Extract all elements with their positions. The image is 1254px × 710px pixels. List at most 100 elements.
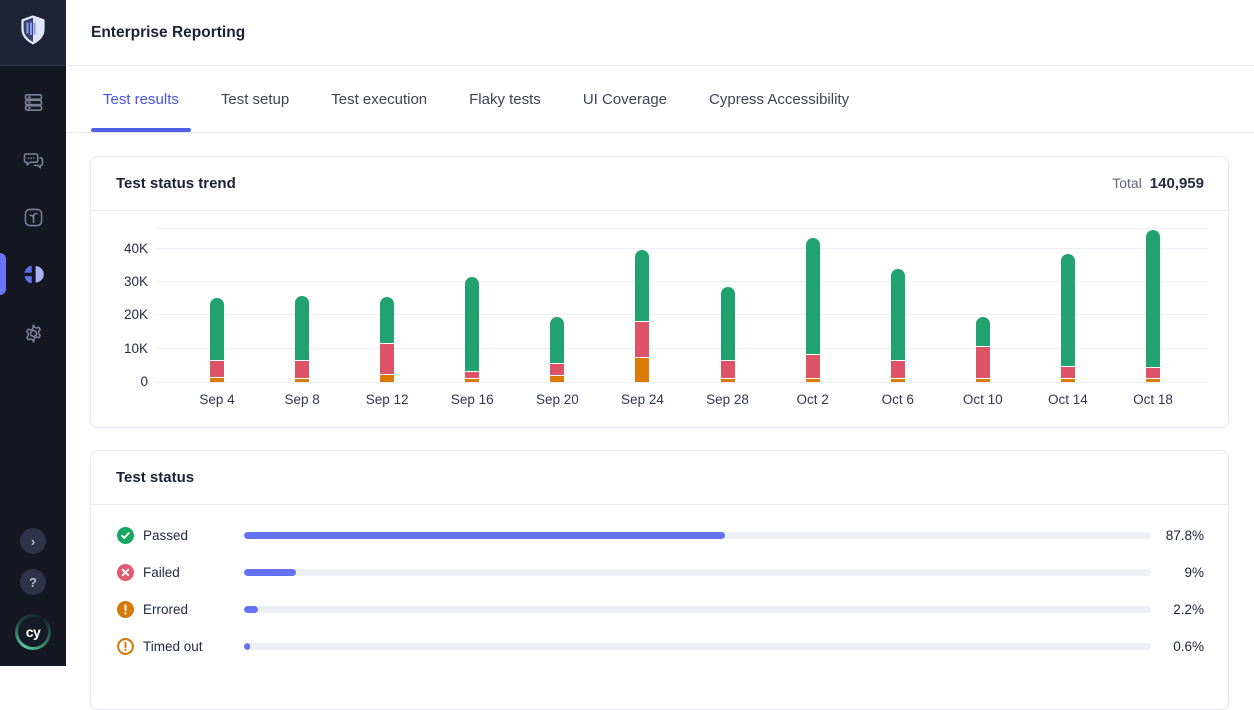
stacked-bar-sep-8[interactable] [295,296,309,382]
tab-test-setup[interactable]: Test setup [209,66,301,132]
pie-chart-icon [22,263,45,286]
bar-segment-passed [295,296,309,360]
top-header: Enterprise Reporting [66,0,1254,66]
tab-test-results[interactable]: Test results [91,66,191,132]
bar-segment-passed [635,250,649,321]
tab-bar: Test results Test setup Test execution Flak… [66,66,1254,133]
stacked-bar-sep-28[interactable] [721,287,735,382]
bar-segment-errored [721,379,735,382]
stacked-bar-oct-14[interactable] [1061,254,1075,382]
expand-sidebar-button[interactable]: › [20,528,46,554]
stacked-bar-chart: 010K20K30K40KSep 4Sep 8Sep 12Sep 16Sep 2… [156,228,1208,382]
bar-segment-failed [380,344,394,374]
status-percent: 9% [1151,565,1204,580]
bar-segment-errored [550,376,564,382]
sidebar-item-branch[interactable] [0,193,66,241]
x-axis-tick-label: Oct 2 [796,392,828,407]
status-progress-track [244,569,1151,576]
question-icon: ? [29,575,37,590]
sidebar-item-settings[interactable] [0,309,66,357]
bar-segment-passed [806,238,820,354]
sidebar-item-server[interactable] [0,78,66,126]
status-percent: 0.6% [1151,639,1204,654]
test-status-card: Test status Passed87.8% Failed9% Errored… [90,450,1229,710]
bar-segment-failed [891,361,905,378]
chart-gridline [156,248,1208,249]
x-axis-tick-label: Oct 10 [963,392,1003,407]
bar-segment-passed [1146,230,1160,367]
chevron-right-icon: › [31,534,35,549]
status-progress-track [244,532,1151,539]
status-row-errored: Errored 2.2% [91,591,1228,628]
bar-segment-failed [721,361,735,379]
main-area: Enterprise Reporting Test results Test se… [66,0,1254,666]
trend-card-title: Test status trend [116,175,236,192]
stacked-bar-oct-2[interactable] [806,238,820,382]
shield-logo-icon [15,12,51,53]
sidebar: › ? cy [0,0,66,666]
bar-segment-failed [550,364,564,375]
stacked-bar-oct-6[interactable] [891,269,905,382]
bar-segment-passed [976,317,990,346]
app-logo[interactable] [0,0,66,66]
clock-alert-icon [117,638,134,655]
y-axis-tick-label: 40K [98,240,148,258]
x-axis-tick-label: Sep 12 [366,392,409,407]
y-axis-tick-label: 30K [98,273,148,291]
bar-segment-passed [465,277,479,370]
bar-segment-errored [295,379,309,382]
stacked-bar-oct-18[interactable] [1146,230,1160,382]
stacked-bar-sep-20[interactable] [550,317,564,382]
status-row-failed: Failed9% [91,554,1228,591]
tab-cypress-accessibility[interactable]: Cypress Accessibility [697,66,861,132]
test-status-trend-card: Test status trend Total 140,959 010K20K3… [90,156,1229,428]
status-percent: 87.8% [1151,528,1204,543]
status-card-header: Test status [91,451,1228,505]
stacked-bar-sep-12[interactable] [380,297,394,382]
status-row-passed: Passed87.8% [91,517,1228,554]
stacked-bar-oct-10[interactable] [976,317,990,382]
total-value: 140,959 [1150,175,1204,192]
bar-segment-failed [976,347,990,378]
x-axis-tick-label: Sep 8 [284,392,319,407]
bar-segment-passed [550,317,564,362]
x-axis-tick-label: Sep 16 [451,392,494,407]
bar-segment-failed [1146,368,1160,378]
status-progress-fill [244,569,296,576]
chart-top-gridline [156,228,1208,229]
tab-flaky-tests[interactable]: Flaky tests [457,66,553,132]
status-progress-fill [244,643,250,650]
total-label: Total [1112,175,1142,191]
bar-segment-failed [465,372,479,379]
tab-ui-coverage[interactable]: UI Coverage [571,66,679,132]
help-button[interactable]: ? [20,569,46,595]
chart-gridline [156,382,1208,383]
x-axis-tick-label: Oct 6 [882,392,914,407]
stacked-bar-sep-4[interactable] [210,298,224,382]
total-summary: Total 140,959 [1112,175,1204,192]
bar-segment-errored [210,378,224,382]
status-rows: Passed87.8% Failed9% Errored2.2% Timed o… [91,505,1228,665]
stacked-bar-sep-16[interactable] [465,277,479,382]
status-label: Errored [143,602,244,617]
y-axis-tick-label: 20K [98,306,148,324]
bar-segment-passed [1061,254,1075,366]
trend-card-header: Test status trend Total 140,959 [91,157,1228,211]
x-axis-tick-label: Sep 24 [621,392,664,407]
tab-test-execution[interactable]: Test execution [319,66,439,132]
chart-gridline [156,314,1208,315]
bar-segment-passed [210,298,224,360]
sidebar-item-chat[interactable] [0,136,66,184]
x-circle-icon [117,564,134,581]
stacked-bar-sep-24[interactable] [635,250,649,382]
bar-segment-failed [635,322,649,357]
bar-segment-errored [635,358,649,382]
sidebar-item-analytics[interactable] [0,250,66,298]
status-card-title: Test status [116,469,194,486]
cypress-logo[interactable]: cy [15,614,51,650]
exclamation-circle-icon [117,601,134,618]
status-percent: 2.2% [1151,602,1204,617]
bar-segment-errored [891,379,905,382]
x-axis-tick-label: Sep 4 [199,392,234,407]
cypress-logo-text: cy [18,617,48,647]
